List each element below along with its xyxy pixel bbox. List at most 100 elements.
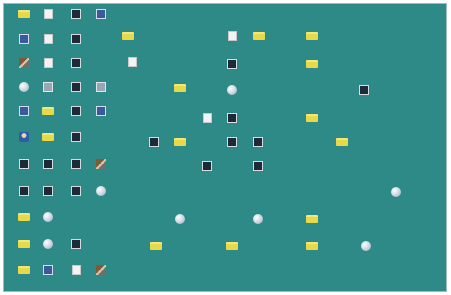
shortcut-label: [245, 225, 273, 229]
exe-icon: [19, 159, 29, 169]
desktop-shortcut[interactable]: [331, 137, 355, 155]
desktop-shortcut[interactable]: [65, 159, 89, 177]
desktop-shortcut[interactable]: [13, 159, 37, 177]
desktop-shortcut[interactable]: [37, 186, 61, 204]
shortcut-label: [63, 276, 91, 280]
desktop-shortcut[interactable]: [145, 241, 169, 259]
disk-icon: [96, 82, 106, 92]
desktop-shortcut[interactable]: [247, 137, 271, 155]
app-icon: [96, 106, 106, 116]
desktop-shortcut[interactable]: [37, 212, 61, 230]
desktop-shortcut[interactable]: [301, 31, 325, 49]
shortcut-label: [35, 69, 63, 73]
desktop-shortcut[interactable]: [221, 113, 245, 131]
desktop-shortcut[interactable]: [169, 214, 193, 232]
tool-icon: [96, 159, 106, 169]
folder-icon: [306, 60, 318, 68]
desktop-shortcut[interactable]: [121, 57, 145, 75]
folder-icon: [253, 32, 265, 40]
folder-icon: [18, 213, 30, 221]
desktop-shortcut[interactable]: [13, 186, 37, 204]
app-icon: [19, 106, 29, 116]
desktop-shortcut[interactable]: [196, 161, 220, 179]
desktop-shortcut[interactable]: [37, 34, 61, 52]
desktop-area[interactable]: [3, 3, 447, 292]
folder-icon: [150, 242, 162, 250]
shortcut-label: [35, 117, 63, 121]
desktop-shortcut[interactable]: [301, 59, 325, 77]
shortcut-label: [63, 69, 91, 73]
exe-icon: [71, 82, 81, 92]
shortcut-label: [35, 170, 63, 174]
desktop-shortcut[interactable]: [221, 31, 245, 49]
shortcut-label: [35, 143, 63, 147]
desktop-shortcut[interactable]: [13, 82, 37, 100]
desktop-shortcut[interactable]: [13, 212, 37, 230]
desktop-shortcut[interactable]: [90, 159, 114, 177]
desktop-shortcut[interactable]: [221, 85, 245, 103]
desktop-shortcut[interactable]: [13, 132, 37, 150]
folder-icon: [306, 242, 318, 250]
desktop-shortcut[interactable]: [90, 9, 114, 27]
desktop-shortcut[interactable]: [13, 239, 37, 257]
desktop-shortcut[interactable]: [353, 85, 377, 103]
desktop-shortcut[interactable]: [117, 31, 141, 49]
desktop-shortcut[interactable]: [37, 58, 61, 76]
desktop-shortcut[interactable]: [301, 214, 325, 232]
desktop-shortcut[interactable]: [169, 137, 193, 155]
desktop-shortcut[interactable]: [196, 113, 220, 131]
desktop-shortcut[interactable]: [301, 113, 325, 131]
desktop-shortcut[interactable]: [248, 31, 272, 49]
shortcut-label: [219, 42, 247, 46]
desktop-shortcut[interactable]: [90, 186, 114, 204]
desktop-shortcut[interactable]: [143, 137, 167, 155]
shortcut-label: [245, 172, 273, 176]
desktop-shortcut[interactable]: [37, 265, 61, 283]
desktop-shortcut[interactable]: [169, 83, 193, 101]
desktop-shortcut[interactable]: [301, 241, 325, 259]
exe-icon: [71, 186, 81, 196]
shortcut-label: [245, 148, 273, 152]
desktop-shortcut[interactable]: [221, 241, 245, 259]
desktop-shortcut[interactable]: [221, 59, 245, 77]
desktop-shortcut[interactable]: [65, 82, 89, 100]
exe-icon: [149, 137, 159, 147]
desktop-shortcut[interactable]: [65, 9, 89, 27]
desktop-shortcut[interactable]: [247, 214, 271, 232]
shortcut-label: [167, 148, 195, 152]
desktop-shortcut[interactable]: [90, 265, 114, 283]
desktop-shortcut[interactable]: [65, 34, 89, 52]
desktop-shortcut[interactable]: [90, 82, 114, 100]
folder-icon: [42, 133, 54, 141]
globe-icon: [19, 82, 29, 92]
exe-icon: [71, 132, 81, 142]
desktop-shortcut[interactable]: [65, 58, 89, 76]
desktop-shortcut[interactable]: [13, 34, 37, 52]
desktop-shortcut[interactable]: [221, 137, 245, 155]
desktop-shortcut[interactable]: [13, 106, 37, 124]
desktop-shortcut[interactable]: [37, 239, 61, 257]
desktop-shortcut[interactable]: [247, 161, 271, 179]
globe-icon: [96, 186, 106, 196]
desktop-shortcut[interactable]: [65, 132, 89, 150]
desktop-shortcut[interactable]: [37, 82, 61, 100]
desktop-shortcut[interactable]: [37, 9, 61, 27]
desktop-shortcut[interactable]: [90, 106, 114, 124]
globe-icon: [227, 85, 237, 95]
screen: [0, 0, 451, 295]
desktop-shortcut[interactable]: [65, 106, 89, 124]
desktop-shortcut[interactable]: [65, 186, 89, 204]
desktop-shortcut[interactable]: [37, 159, 61, 177]
exe-icon: [71, 9, 81, 19]
desktop-shortcut[interactable]: [13, 9, 37, 27]
desktop-shortcut[interactable]: [37, 132, 61, 150]
disk-icon: [43, 82, 53, 92]
desktop-shortcut[interactable]: [13, 265, 37, 283]
desktop-shortcut[interactable]: [355, 241, 379, 259]
exe-icon: [227, 137, 237, 147]
desktop-shortcut[interactable]: [37, 106, 61, 124]
desktop-shortcut[interactable]: [65, 265, 89, 283]
desktop-shortcut[interactable]: [385, 187, 409, 205]
desktop-shortcut[interactable]: [13, 58, 37, 76]
desktop-shortcut[interactable]: [65, 239, 89, 257]
